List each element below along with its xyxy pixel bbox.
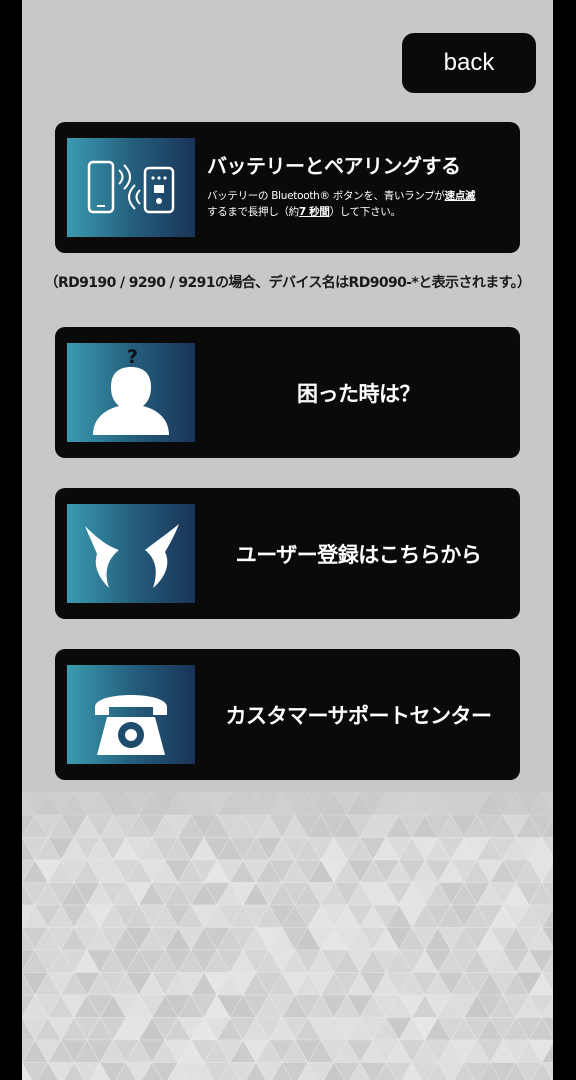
brand-logo-icon (67, 504, 195, 603)
app-screen: back バッテリーとペアリングする バッテリーの Bluetooth® ボタン… (22, 0, 553, 1080)
pair-desc-emphasis-1: 速点滅 (444, 190, 476, 202)
help-person-icon: ? (67, 343, 195, 442)
pair-battery-card[interactable]: バッテリーとペアリングする バッテリーの Bluetooth® ボタンを、青いラ… (55, 122, 520, 253)
pair-desc-text-1: バッテリーの Bluetooth® ボタンを、青いランプが (207, 190, 445, 202)
phone-bluetooth-pairing-icon (67, 138, 195, 237)
telephone-icon (67, 665, 195, 764)
user-registration-label: ユーザー登録はこちらから (235, 542, 482, 567)
device-name-note: （RD9190 / 9290 / 9291の場合、デバイス名はRD9090-*と… (44, 275, 532, 291)
pair-instructions: バッテリーの Bluetooth® ボタンを、青いランプが速点滅するまで長押し（… (207, 188, 517, 220)
svg-text:?: ? (127, 346, 138, 368)
pair-desc-text-3: ）して下さい。 (329, 206, 401, 218)
user-registration-card[interactable]: ユーザー登録はこちらから (55, 488, 520, 619)
customer-support-card[interactable]: カスタマーサポートセンター (55, 649, 520, 780)
back-button[interactable]: back (402, 33, 536, 93)
customer-support-label: カスタマーサポートセンター (225, 703, 492, 728)
pair-title: バッテリーとペアリングする (207, 154, 461, 178)
pair-desc-text-2: するまで長押し（約 (207, 206, 299, 218)
help-card[interactable]: ? 困った時は？ (55, 327, 520, 458)
help-label: 困った時は？ (297, 381, 421, 406)
hexagon-background-pattern (22, 770, 553, 1080)
pair-desc-emphasis-2: 7 秒間 (298, 206, 330, 218)
